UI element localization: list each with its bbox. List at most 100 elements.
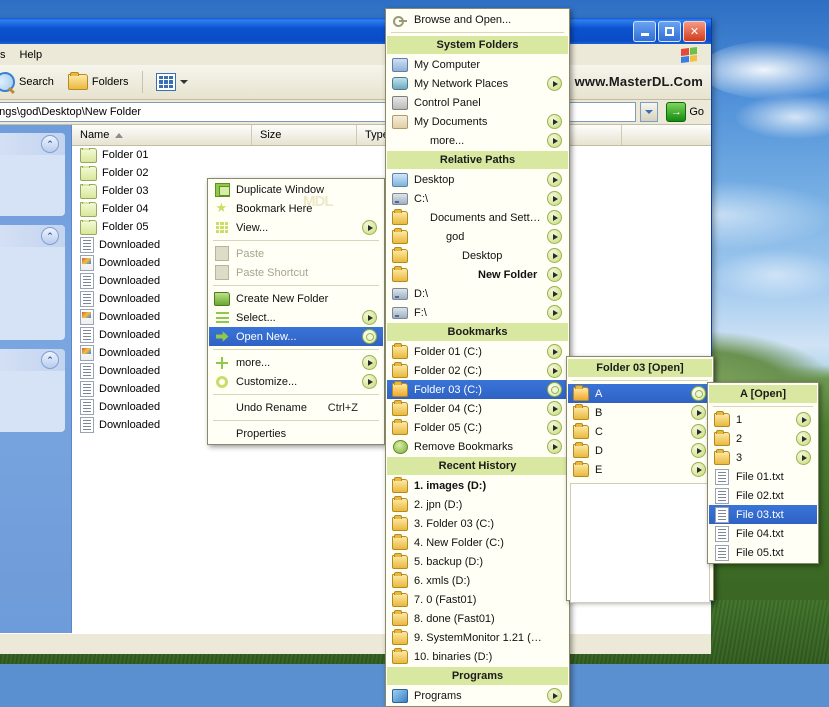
a-submenu-item[interactable]: File 02.txt xyxy=(709,486,817,505)
context-menu-item[interactable]: Properties xyxy=(209,424,383,443)
open-new-menu-item[interactable]: F:\ xyxy=(387,303,568,322)
open-new-menu-item[interactable]: Documents and Settings xyxy=(387,208,568,227)
close-button[interactable]: ✕ xyxy=(683,20,706,42)
submenu-arrow-icon[interactable] xyxy=(547,248,562,263)
column-size[interactable]: Size xyxy=(252,125,357,145)
context-menu-item[interactable]: Open New... xyxy=(209,327,383,346)
chevron-down-icon[interactable] xyxy=(179,80,188,84)
collapse-icon[interactable]: ⌃ xyxy=(41,135,59,153)
place-link[interactable]: work Places xyxy=(0,316,57,332)
views-button[interactable] xyxy=(151,71,193,93)
submenu-arrow-icon[interactable] xyxy=(547,401,562,416)
open-new-menu-item[interactable]: god xyxy=(387,227,568,246)
address-dropdown-icon[interactable] xyxy=(640,102,659,122)
submenu-arrow-icon[interactable] xyxy=(547,267,562,282)
place-link[interactable]: mputer xyxy=(0,300,57,316)
submenu-arrow-icon[interactable] xyxy=(362,310,377,325)
submenu-arrow-icon[interactable] xyxy=(547,114,562,129)
open-new-menu-item[interactable]: Folder 03 (C:) xyxy=(387,380,568,399)
submenu-arrow-icon[interactable] xyxy=(691,424,706,439)
menu-help[interactable]: Help xyxy=(12,47,49,63)
submenu-arrow-icon[interactable] xyxy=(547,344,562,359)
a-submenu-item[interactable]: File 05.txt xyxy=(709,543,817,562)
minimize-button[interactable] xyxy=(633,20,656,42)
folder03-submenu-item[interactable]: B xyxy=(568,403,712,422)
column-name[interactable]: Name xyxy=(72,125,252,145)
open-new-menu-item[interactable]: New Folder xyxy=(387,265,568,284)
menu-item-browse-and-open[interactable]: Browse and Open... xyxy=(387,10,568,29)
submenu-arrow-icon[interactable] xyxy=(547,305,562,320)
open-new-menu-item[interactable]: 4. New Folder (C:) xyxy=(387,533,568,552)
open-new-menu-item[interactable]: more... xyxy=(387,131,568,150)
submenu-arrow-icon[interactable] xyxy=(547,76,562,91)
panel-header[interactable]: ⌃ xyxy=(0,349,65,371)
submenu-arrow-icon[interactable] xyxy=(547,688,562,703)
open-new-menu-item[interactable]: Folder 05 (C:) xyxy=(387,418,568,437)
submenu-arrow-icon[interactable] xyxy=(362,374,377,389)
open-new-menu-item[interactable]: My Computer xyxy=(387,55,568,74)
open-new-menu-item[interactable]: 8. done (Fast01) xyxy=(387,609,568,628)
open-new-menu-item[interactable]: My Documents xyxy=(387,112,568,131)
context-menu-item[interactable]: Undo Rename Ctrl+Z xyxy=(209,398,383,417)
a-submenu-item[interactable]: File 04.txt xyxy=(709,524,817,543)
open-new-menu-item[interactable]: My Network Places xyxy=(387,74,568,93)
context-menu-item[interactable]: Duplicate Window xyxy=(209,180,383,199)
open-new-menu-item[interactable]: Desktop xyxy=(387,170,568,189)
submenu-open-indicator[interactable] xyxy=(362,329,377,344)
context-menu-item[interactable]: Select... xyxy=(209,308,383,327)
open-new-menu-item[interactable]: Control Panel xyxy=(387,93,568,112)
submenu-arrow-icon[interactable] xyxy=(547,191,562,206)
folder03-submenu-item[interactable]: C xyxy=(568,422,712,441)
submenu-arrow-icon[interactable] xyxy=(796,431,811,446)
menu-tools[interactable]: Tools xyxy=(0,47,12,63)
open-new-menu-item[interactable]: 2. jpn (D:) xyxy=(387,495,568,514)
folder03-submenu-item[interactable]: E xyxy=(568,460,712,479)
open-new-menu-item[interactable]: 9. SystemMonitor 1.21 (C:) xyxy=(387,628,568,647)
place-link[interactable]: cuments xyxy=(0,268,57,284)
context-menu-item[interactable]: Customize... xyxy=(209,372,383,391)
a-submenu-item[interactable]: 2 xyxy=(709,429,817,448)
place-link[interactable]: d Documents xyxy=(0,284,57,300)
task-link[interactable]: e this folder xyxy=(0,192,57,208)
open-new-menu-item[interactable]: C:\ xyxy=(387,189,568,208)
panel-header[interactable]: older Tasks ⌃ xyxy=(0,133,65,155)
open-new-menu-item[interactable]: Folder 01 (C:) xyxy=(387,342,568,361)
submenu-arrow-icon[interactable] xyxy=(547,363,562,378)
open-new-menu-item[interactable]: Folder 04 (C:) xyxy=(387,399,568,418)
submenu-open-indicator[interactable] xyxy=(691,386,706,401)
submenu-arrow-icon[interactable] xyxy=(362,220,377,235)
context-menu-item[interactable]: more... xyxy=(209,353,383,372)
open-new-menu-item[interactable]: D:\ xyxy=(387,284,568,303)
submenu-arrow-icon[interactable] xyxy=(691,443,706,458)
submenu-arrow-icon[interactable] xyxy=(362,355,377,370)
folder03-submenu-item[interactable]: D xyxy=(568,441,712,460)
open-new-menu-item[interactable]: Folder 02 (C:) xyxy=(387,361,568,380)
open-new-menu-item[interactable]: 1. images (D:) xyxy=(387,476,568,495)
context-menu-item[interactable]: ★ Bookmark Here xyxy=(209,199,383,218)
collapse-icon[interactable]: ⌃ xyxy=(41,351,59,369)
a-submenu-item[interactable]: 1 xyxy=(709,410,817,429)
submenu-arrow-icon[interactable] xyxy=(547,210,562,225)
place-link[interactable]: p xyxy=(0,252,57,268)
open-new-menu-item[interactable]: Desktop xyxy=(387,246,568,265)
open-new-menu-item[interactable]: 7. 0 (Fast01) xyxy=(387,590,568,609)
submenu-open-indicator[interactable] xyxy=(547,382,562,397)
submenu-arrow-icon[interactable] xyxy=(691,462,706,477)
submenu-arrow-icon[interactable] xyxy=(796,450,811,465)
task-link[interactable]: a new folder xyxy=(0,160,57,176)
search-button[interactable]: Search xyxy=(0,67,59,97)
submenu-arrow-icon[interactable] xyxy=(547,286,562,301)
panel-header[interactable]: ces ⌃ xyxy=(0,225,65,247)
maximize-button[interactable] xyxy=(658,20,681,42)
context-menu-item[interactable]: View... xyxy=(209,218,383,237)
submenu-arrow-icon[interactable] xyxy=(547,133,562,148)
go-button[interactable]: → Go xyxy=(662,102,708,122)
a-submenu-item[interactable]: File 03.txt xyxy=(709,505,817,524)
open-new-menu-item[interactable]: Remove Bookmarks xyxy=(387,437,568,456)
submenu-arrow-icon[interactable] xyxy=(547,439,562,454)
open-new-menu-item[interactable]: 10. binaries (D:) xyxy=(387,647,568,666)
submenu-arrow-icon[interactable] xyxy=(796,412,811,427)
task-link[interactable]: e this folder to the xyxy=(0,176,57,192)
context-menu-item[interactable]: Create New Folder xyxy=(209,289,383,308)
submenu-arrow-icon[interactable] xyxy=(691,405,706,420)
